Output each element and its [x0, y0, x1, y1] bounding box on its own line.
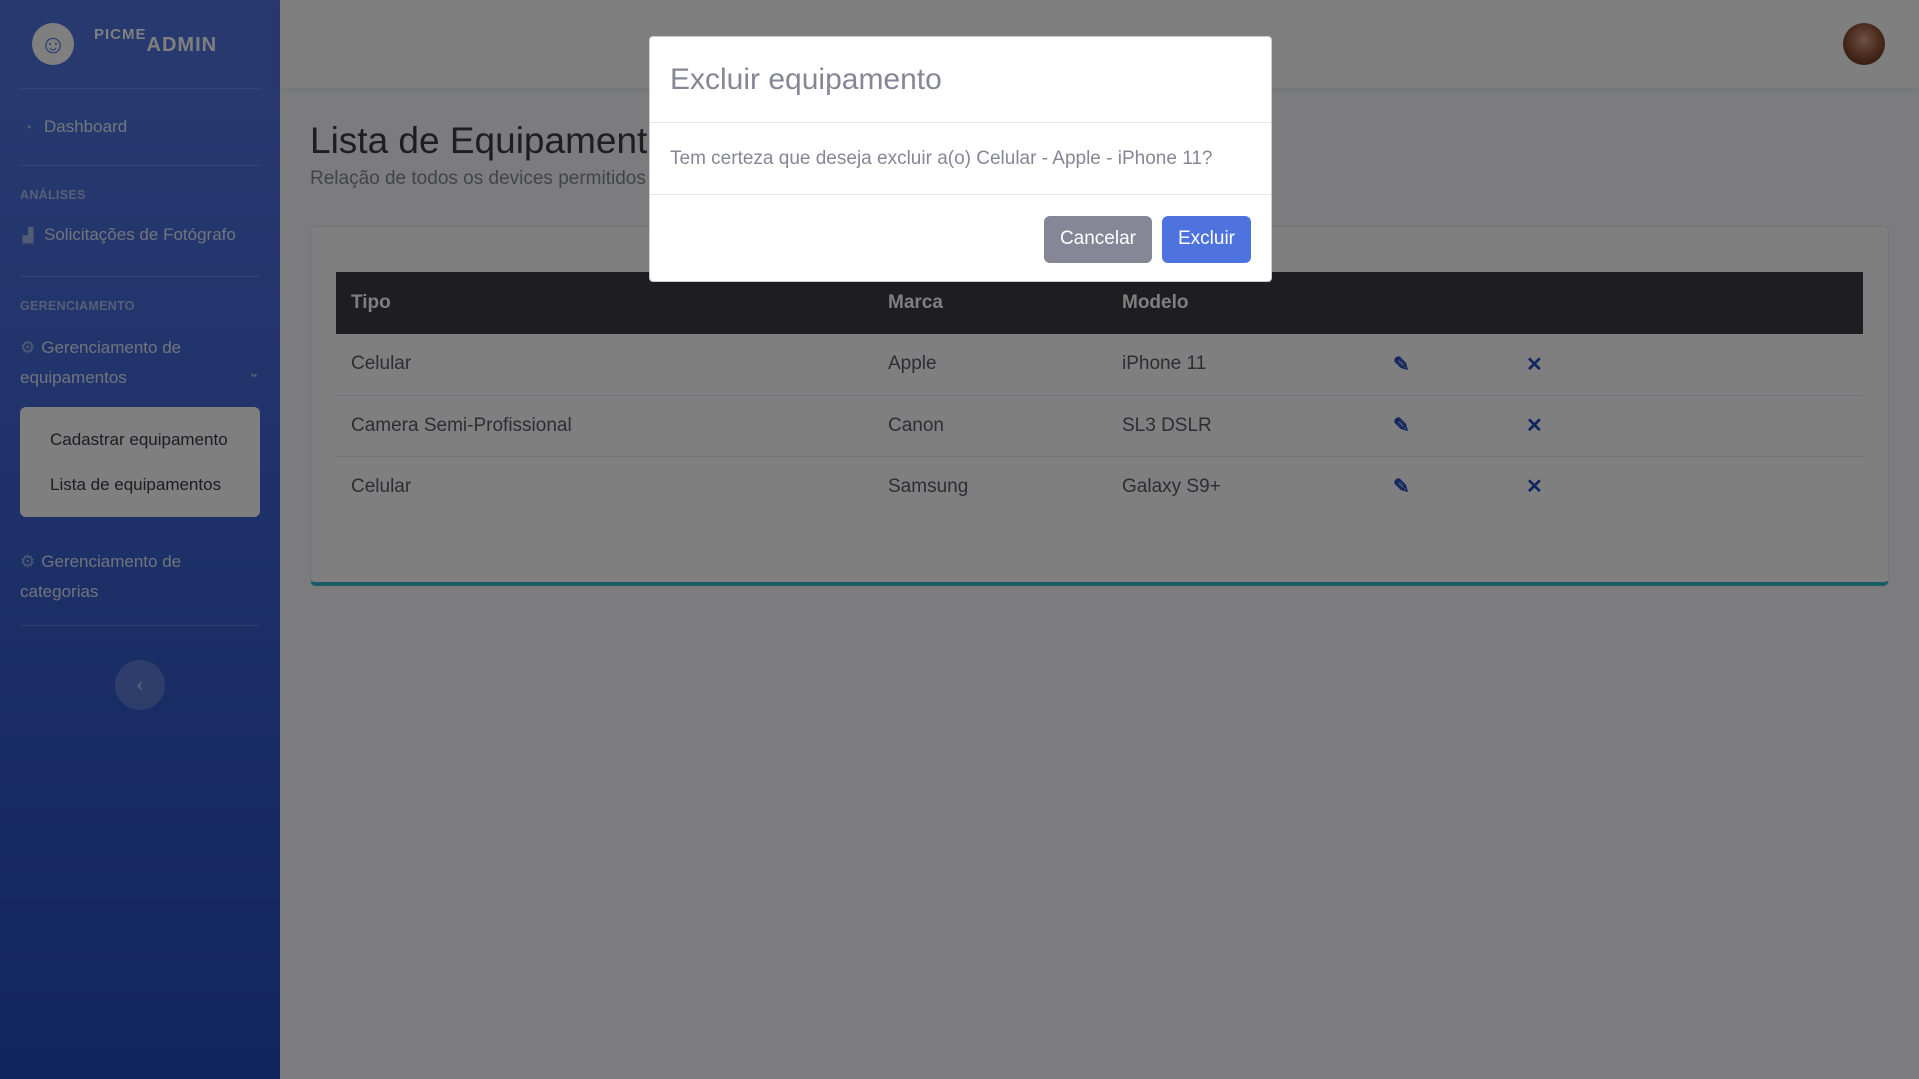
confirm-delete-button[interactable]: Excluir	[1161, 215, 1251, 263]
modal-footer: Cancelar Excluir	[650, 195, 1271, 283]
modal-body: Tem certeza que deseja excluir a(o) Celu…	[650, 123, 1271, 195]
cancel-button[interactable]: Cancelar	[1043, 215, 1152, 263]
modal-title: Excluir equipamento	[670, 62, 942, 96]
delete-modal: Excluir equipamento Tem certeza que dese…	[649, 36, 1272, 282]
modal-header: Excluir equipamento	[650, 37, 1271, 123]
